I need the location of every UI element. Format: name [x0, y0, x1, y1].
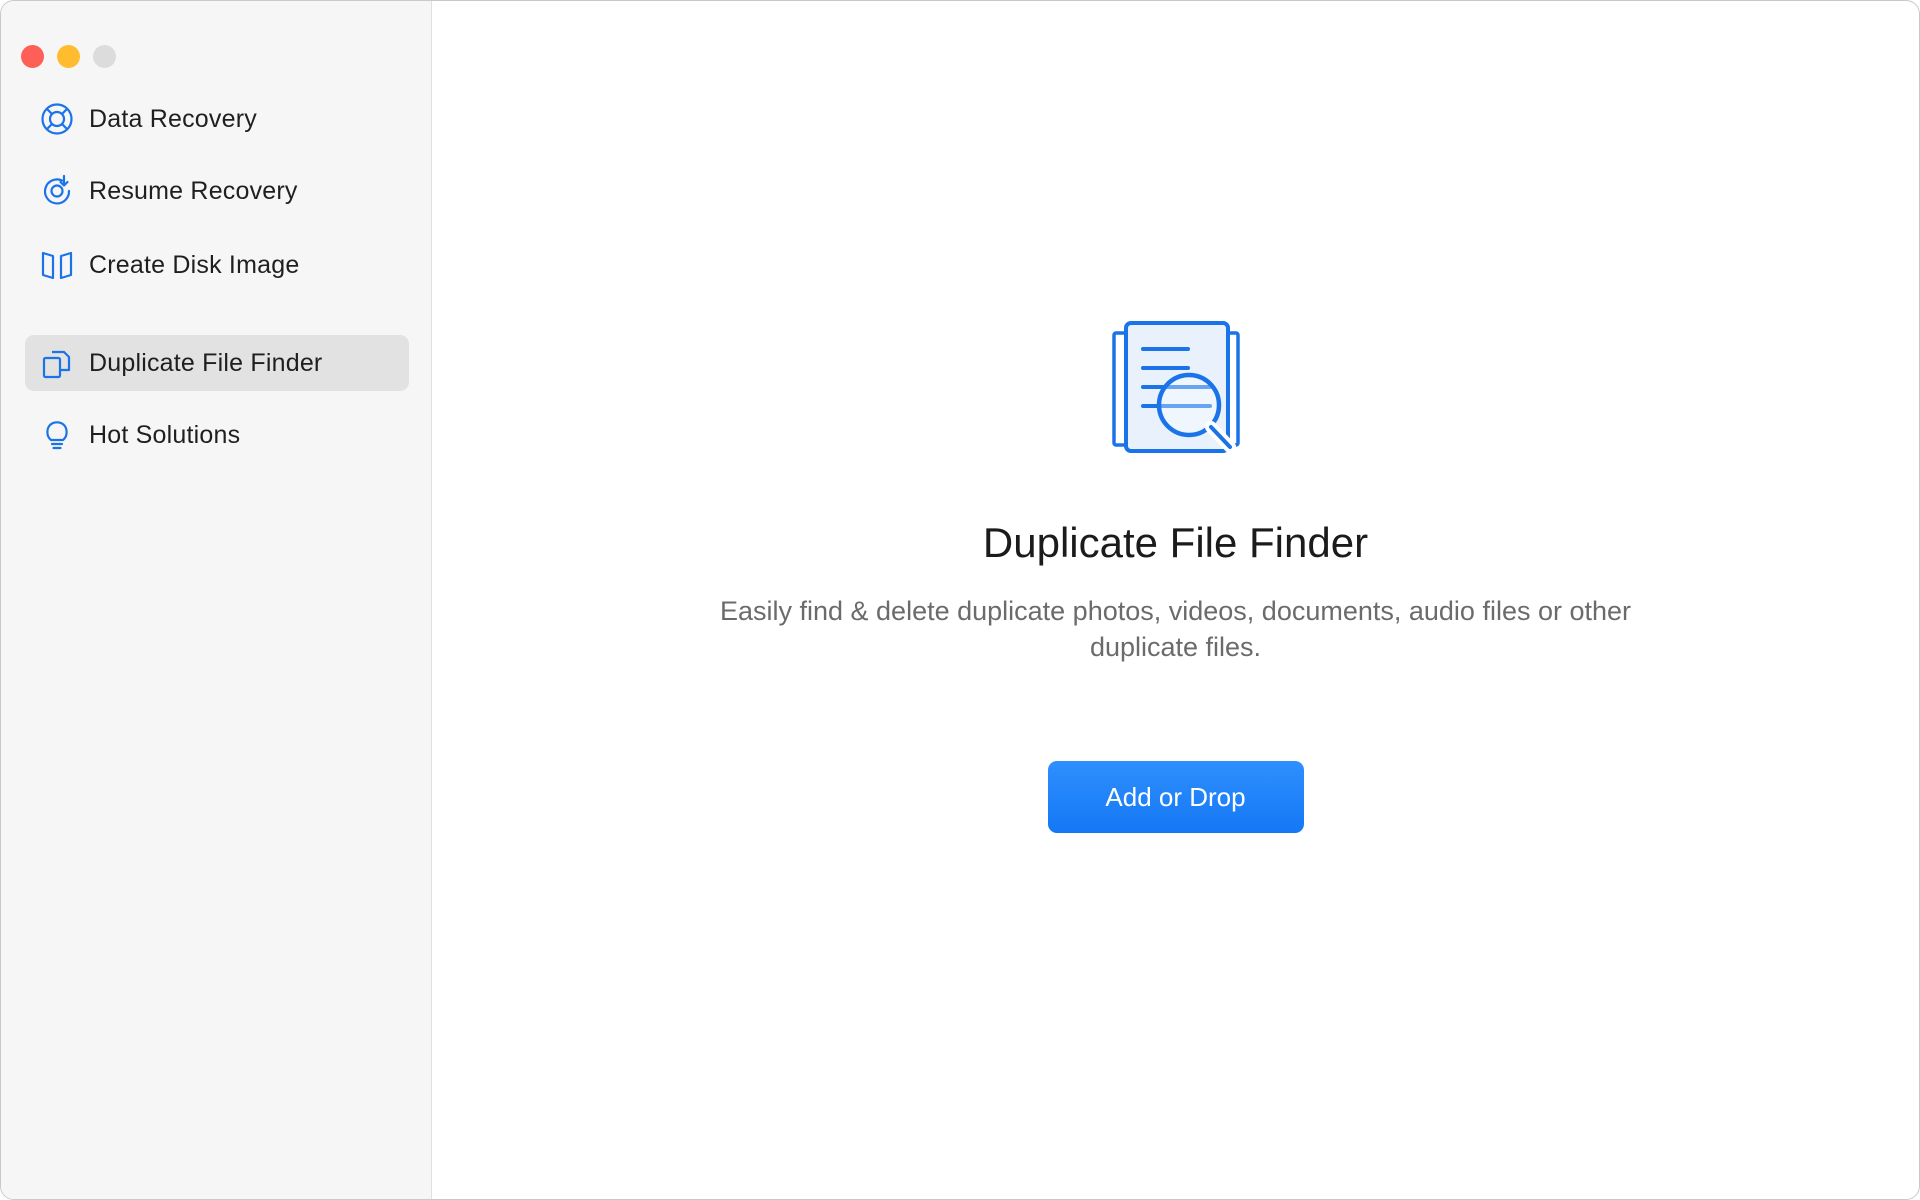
document-search-icon: [1111, 321, 1240, 453]
empty-state: Duplicate File Finder Easily find & dele…: [432, 319, 1919, 833]
app-window: Data Recovery Resume Recovery Create Dis…: [0, 0, 1920, 1200]
minimize-window-button[interactable]: [57, 45, 80, 68]
sidebar-item-label: Resume Recovery: [89, 176, 298, 205]
sidebar-item-data-recovery[interactable]: Data Recovery: [25, 91, 409, 147]
zoom-window-button[interactable]: [93, 45, 116, 68]
sidebar: Data Recovery Resume Recovery Create Dis…: [1, 1, 432, 1199]
sidebar-item-label: Create Disk Image: [89, 250, 300, 279]
add-or-drop-button[interactable]: Add or Drop: [1047, 761, 1304, 833]
sidebar-item-label: Hot Solutions: [89, 420, 241, 449]
page-description: Easily find & delete duplicate photos, v…: [719, 596, 1632, 662]
sidebar-item-hot-solutions[interactable]: Hot Solutions: [25, 407, 409, 463]
lightbulb-icon: [39, 417, 75, 453]
sidebar-item-label: Data Recovery: [89, 104, 257, 133]
disk-image-icon: [39, 247, 75, 283]
main-content: Duplicate File Finder Easily find & dele…: [432, 1, 1919, 1199]
sidebar-item-create-disk-image[interactable]: Create Disk Image: [25, 237, 409, 293]
resume-refresh-icon: [39, 173, 75, 209]
close-window-button[interactable]: [21, 45, 44, 68]
window-controls: [21, 45, 116, 68]
sidebar-item-duplicate-file-finder[interactable]: Duplicate File Finder: [25, 335, 409, 391]
page-title: Duplicate File Finder: [982, 519, 1369, 566]
sidebar-item-label: Duplicate File Finder: [89, 348, 323, 377]
duplicate-files-icon: [39, 345, 75, 381]
lifebuoy-icon: [39, 101, 75, 137]
sidebar-item-resume-recovery[interactable]: Resume Recovery: [25, 163, 409, 219]
